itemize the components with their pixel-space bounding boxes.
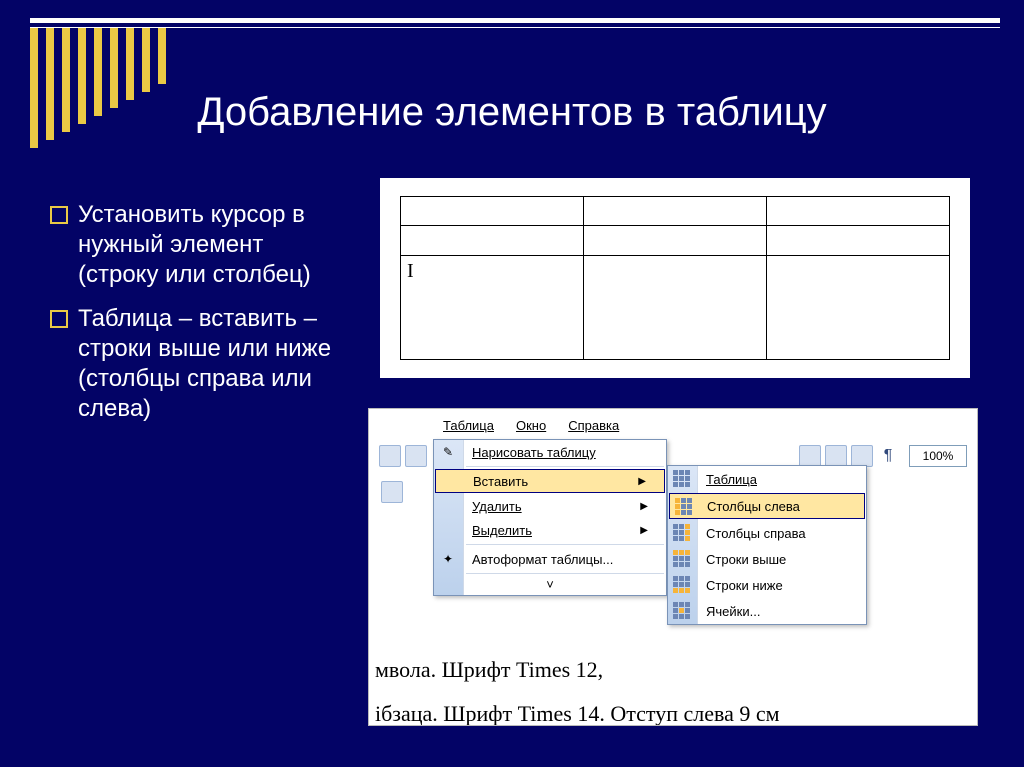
menu-item-label: Нарисовать таблицу — [472, 445, 596, 460]
toolbar-button[interactable] — [405, 445, 427, 467]
cursor-cell: I — [401, 255, 584, 359]
submenu-rows-above[interactable]: Строки выше — [668, 546, 866, 572]
cells-icon — [673, 602, 691, 620]
submenu-rows-below[interactable]: Строки ниже — [668, 572, 866, 598]
word-menubar: Таблица Окно Справка — [433, 415, 629, 439]
menu-draw-table[interactable]: ✎ Нарисовать таблицу — [434, 440, 666, 464]
sparkle-icon: ✦ — [439, 550, 457, 568]
triangle-right-icon: ▶ — [640, 501, 648, 512]
menu-table[interactable]: Таблица — [433, 415, 504, 439]
menu-select[interactable]: Выделить ▶ — [434, 518, 666, 542]
menu-item-label: Столбцы слева — [707, 499, 800, 514]
menu-item-label: Вставить — [473, 474, 528, 489]
document-text-fragment: ібзаца. Шрифт Times 14. Отступ слева 9 с… — [375, 701, 780, 726]
pencil-icon: ✎ — [439, 443, 457, 461]
toolbar-button[interactable] — [379, 445, 401, 467]
insert-submenu: Таблица Столбцы слева Столбцы справа Стр… — [667, 465, 867, 625]
word-ui-panel: Таблица Окно Справка ¶ 100% ✎ Нарисовать… — [368, 408, 978, 726]
submenu-cols-left[interactable]: Столбцы слева — [669, 493, 865, 519]
menu-window[interactable]: Окно — [506, 415, 556, 439]
menu-item-label: Строки выше — [706, 552, 786, 567]
sample-table: I — [400, 196, 950, 360]
slide-top-accent — [30, 18, 1000, 28]
rows-below-icon — [673, 576, 691, 594]
list-item: Таблица – вставить – строки выше или ниж… — [50, 304, 350, 424]
rows-above-icon — [673, 550, 691, 568]
chevrons-down-icon: ˅ — [546, 577, 554, 592]
toolbar-button[interactable] — [851, 445, 873, 467]
toolbar-button[interactable] — [799, 445, 821, 467]
submenu-cols-right[interactable]: Столбцы справа — [668, 520, 866, 546]
table-dropdown-menu: ✎ Нарисовать таблицу Вставить ▶ Удалить … — [433, 439, 667, 596]
menu-help[interactable]: Справка — [558, 415, 629, 439]
toolbar-button[interactable] — [381, 481, 403, 503]
triangle-right-icon: ▶ — [640, 525, 648, 536]
page-title: Добавление элементов в таблицу — [0, 90, 1024, 135]
triangle-right-icon: ▶ — [638, 476, 646, 487]
menu-item-label: Столбцы справа — [706, 526, 806, 541]
submenu-cells[interactable]: Ячейки... — [668, 598, 866, 624]
table-icon — [673, 470, 691, 488]
menu-item-label: Таблица — [706, 472, 757, 487]
menu-item-label: Удалить — [472, 499, 522, 514]
menu-autoformat[interactable]: ✦ Автоформат таблицы... — [434, 547, 666, 571]
menu-delete[interactable]: Удалить ▶ — [434, 494, 666, 518]
list-item: Установить курсор в нужный элемент (стро… — [50, 200, 350, 290]
menu-insert[interactable]: Вставить ▶ — [435, 469, 665, 493]
menu-item-label: Выделить — [472, 523, 532, 538]
document-text-fragment: мвола. Шрифт Times 12, — [375, 657, 603, 683]
columns-right-icon — [673, 524, 691, 542]
menu-item-label: Строки ниже — [706, 578, 783, 593]
columns-left-icon — [675, 498, 693, 516]
menu-item-label: Автоформат таблицы... — [472, 552, 613, 567]
pilcrow-icon[interactable]: ¶ — [877, 445, 899, 467]
zoom-combo[interactable]: 100% — [909, 445, 967, 467]
toolbar-button[interactable] — [825, 445, 847, 467]
menu-expand[interactable]: ˅ — [434, 576, 666, 595]
menu-item-label: Ячейки... — [706, 604, 760, 619]
submenu-insert-table[interactable]: Таблица — [668, 466, 866, 492]
slide-bullet-list: Установить курсор в нужный элемент (стро… — [50, 200, 350, 438]
sample-table-panel: I — [380, 178, 970, 378]
